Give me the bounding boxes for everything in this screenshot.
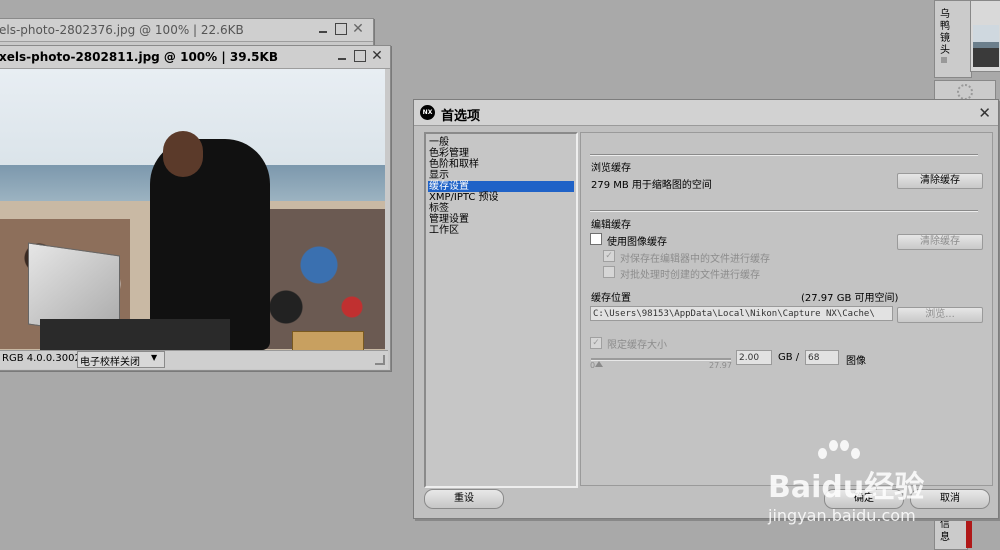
nx-logo-icon: NX — [420, 105, 435, 120]
cache-size-gb-unit: GB / — [778, 352, 800, 363]
back-window-title: els-photo-2802376.jpg @ 100% | 22.6KB — [0, 23, 244, 37]
maximize-icon[interactable] — [354, 50, 366, 62]
category-color-management[interactable]: 色彩管理 — [428, 148, 574, 159]
edit-cache-heading: 编辑缓存 — [591, 220, 631, 231]
free-space-label: (27.97 GB 可用空间) — [801, 293, 899, 304]
photo-dj-head — [163, 131, 203, 177]
back-window-titlebar[interactable]: els-photo-2802376.jpg @ 100% | 22.6KB ✕ — [0, 19, 373, 42]
preferences-dialog[interactable]: NX 首选项 ✕ 一般 色彩管理 色阶和取样 显示 缓存设置 XMP/IPTC … — [413, 99, 999, 519]
section-divider — [590, 154, 978, 156]
close-icon[interactable]: ✕ — [978, 104, 991, 122]
use-image-cache-label[interactable]: 使用图像缓存 — [607, 233, 667, 248]
photo-dj-deck — [40, 319, 230, 350]
panel-label-char: 息 — [940, 532, 950, 543]
watermark-url: jingyan.baidu.com — [768, 506, 916, 525]
watermark-brand: Baidu经验 — [768, 470, 925, 505]
slider-min-label: 0 — [590, 361, 596, 370]
category-admin-settings[interactable]: 管理设置 — [428, 214, 574, 225]
front-window-titlebar[interactable]: xels-photo-2802811.jpg @ 100% | 39.5KB ✕ — [0, 46, 390, 69]
browse-button[interactable]: 浏览... — [897, 307, 983, 323]
slider-max-label: 27.97 — [709, 361, 732, 370]
baidu-watermark: Baidu经验 — [768, 440, 925, 506]
cache-size-gb-field[interactable]: 2.00 — [736, 350, 772, 365]
red-accent-strip — [966, 514, 972, 548]
cache-image-count-unit: 图像 — [846, 356, 866, 367]
browse-cache-usage: 279 MB 用于缩略图的空间 — [591, 180, 712, 191]
category-cache-settings[interactable]: 缓存设置 — [428, 181, 574, 192]
limit-cache-size-label[interactable]: 限定缓存大小 — [607, 336, 667, 351]
baidu-paw-icon — [818, 440, 860, 464]
resize-grip-icon[interactable] — [375, 355, 385, 365]
minimize-icon[interactable] — [336, 50, 348, 62]
category-xmp-iptc-presets[interactable]: XMP/IPTC 预设 — [428, 192, 574, 203]
clear-browse-cache-button[interactable]: 清除缓存 — [897, 173, 983, 189]
cache-location-label: 缓存位置 — [591, 293, 631, 304]
use-image-cache-checkbox[interactable] — [590, 233, 602, 245]
back-image-window[interactable]: els-photo-2802376.jpg @ 100% | 22.6KB ✕ — [0, 18, 374, 46]
navigator-preview — [973, 25, 999, 67]
maximize-icon[interactable] — [335, 23, 347, 35]
photo-crate — [292, 331, 364, 350]
close-icon[interactable]: ✕ — [352, 22, 364, 36]
cache-image-count-field[interactable]: 68 — [805, 350, 839, 365]
front-window-title: xels-photo-2802811.jpg @ 100% | 39.5KB — [0, 50, 278, 64]
navigator-thumbnail[interactable] — [970, 0, 1000, 72]
image-canvas[interactable] — [0, 69, 385, 350]
color-profile-label: RGB 4.0.0.3002 — [2, 353, 81, 364]
panel-collapse-icon[interactable] — [941, 57, 947, 63]
category-list[interactable]: 一般 色彩管理 色阶和取样 显示 缓存设置 XMP/IPTC 预设 标签 管理设… — [424, 132, 578, 488]
cache-settings-panel: 浏览缓存 279 MB 用于缩略图的空间 清除缓存 编辑缓存 使用图像缓存 清除… — [580, 132, 993, 486]
reset-button[interactable]: 重设 — [424, 489, 504, 509]
cache-size-slider-thumb[interactable] — [595, 361, 603, 367]
clear-edit-cache-button[interactable]: 清除缓存 — [897, 234, 983, 250]
close-icon[interactable]: ✕ — [371, 49, 383, 63]
cache-editor-files-label[interactable]: 对保存在编辑器中的文件进行缓存 — [620, 250, 770, 265]
cache-editor-files-checkbox[interactable]: ✓ — [603, 250, 615, 262]
category-labels[interactable]: 标签 — [428, 203, 574, 214]
panel-label-char: 头 — [940, 45, 950, 56]
loading-icon — [957, 84, 973, 100]
category-display[interactable]: 显示 — [428, 170, 574, 181]
right-panel-top[interactable]: 乌 鸭 镜 头 — [934, 0, 972, 78]
category-levels-sampling[interactable]: 色阶和取样 — [428, 159, 574, 170]
browse-cache-heading: 浏览缓存 — [591, 163, 631, 174]
dialog-titlebar[interactable]: NX 首选项 ✕ — [414, 100, 998, 126]
cache-batch-files-checkbox[interactable] — [603, 266, 615, 278]
soft-proof-value: 电子校样关闭 — [80, 357, 140, 368]
chevron-down-icon: ▼ — [151, 353, 158, 362]
category-workspace[interactable]: 工作区 — [428, 225, 574, 236]
section-divider — [590, 210, 978, 212]
limit-cache-size-checkbox[interactable]: ✓ — [590, 337, 602, 349]
category-general[interactable]: 一般 — [428, 137, 574, 148]
image-status-bar: RGB 4.0.0.3002 电子校样关闭 ▼ — [0, 350, 388, 369]
dialog-title: 首选项 — [441, 109, 481, 124]
minimize-icon[interactable] — [317, 23, 329, 35]
cache-path-field[interactable]: C:\Users\98153\AppData\Local\Nikon\Captu… — [590, 306, 893, 321]
soft-proof-dropdown[interactable]: 电子校样关闭 ▼ — [77, 351, 165, 368]
cache-batch-files-label[interactable]: 对批处理时创建的文件进行缓存 — [620, 266, 760, 281]
